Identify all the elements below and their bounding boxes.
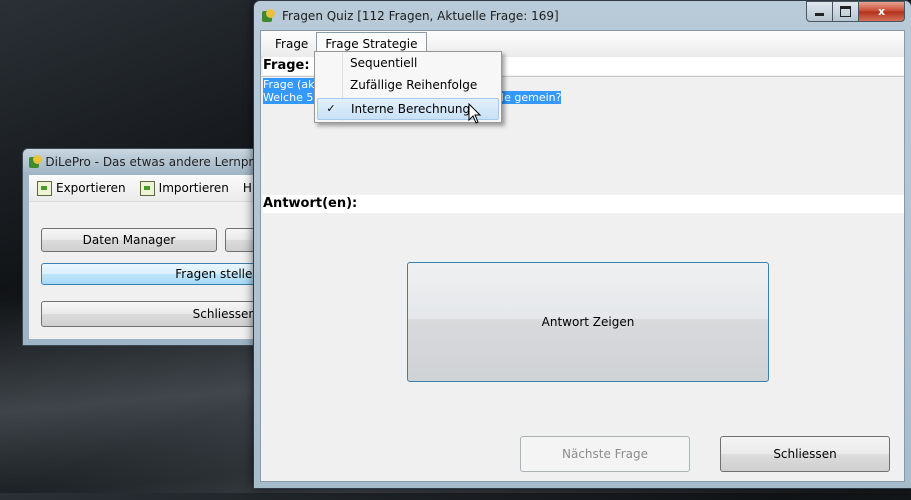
strategy-zufaellig[interactable]: Zufällige Reihenfolge	[317, 75, 499, 96]
quiz-app-icon	[262, 8, 276, 23]
strategy-sequentiell-label: Sequentiell	[350, 56, 418, 70]
dilepro-title: DiLePro - Das etwas andere Lernprogr	[45, 155, 273, 169]
data-manager-button[interactable]: Daten Manager	[41, 228, 217, 252]
menu-frage[interactable]: Frage	[267, 33, 316, 55]
caption-buttons: x	[806, 1, 905, 22]
question-line-2: Welche 5 I	[263, 91, 321, 104]
close-icon: x	[877, 5, 886, 18]
quiz-close-button[interactable]: Schliessen	[720, 436, 890, 472]
quiz-titlebar[interactable]: Fragen Quiz [112 Fragen, Aktuelle Frage:…	[254, 1, 911, 30]
minimize-icon	[815, 13, 824, 16]
menu-exportieren[interactable]: Exportieren	[37, 180, 126, 196]
dilepro-menubar: Exportieren Importieren Hilf	[29, 175, 273, 202]
strategy-zufaellig-label: Zufällige Reihenfolge	[350, 78, 478, 92]
dilepro-titlebar[interactable]: DiLePro - Das etwas andere Lernprogr	[23, 149, 273, 175]
dilepro-client-area: Exportieren Importieren Hilf Daten Manag…	[29, 175, 273, 339]
show-answer-button[interactable]: Antwort Zeigen	[407, 262, 769, 382]
answers-heading: Antwort(en):	[263, 195, 904, 213]
import-icon	[139, 180, 155, 196]
dilepro-close-button[interactable]: Schliessen	[41, 301, 273, 327]
dilepro-app-icon	[29, 155, 43, 169]
minimize-button[interactable]	[806, 1, 833, 22]
strategy-sequentiell[interactable]: Sequentiell	[317, 53, 499, 74]
export-icon	[37, 180, 52, 196]
menu-exportieren-label: Exportieren	[56, 181, 126, 195]
maximize-icon	[840, 6, 851, 17]
ask-questions-button[interactable]: Fragen stellen	[41, 263, 273, 285]
menu-importieren[interactable]: Importieren	[139, 180, 229, 196]
mouse-pointer-icon	[468, 103, 482, 124]
quiz-title: Fragen Quiz [112 Fragen, Aktuelle Frage:…	[282, 8, 559, 23]
menu-importieren-label: Importieren	[158, 181, 229, 195]
next-question-button[interactable]: Nächste Frage	[520, 436, 690, 472]
dilepro-window[interactable]: DiLePro - Das etwas andere Lernprogr Exp…	[22, 148, 274, 346]
checkmark-icon: ✓	[326, 102, 336, 115]
question-line-2-tail: lle gemein?	[498, 91, 562, 104]
strategy-interne-berechnung-label: Interne Berechnung	[351, 102, 471, 116]
maximize-button[interactable]	[833, 1, 859, 22]
window-close-button[interactable]: x	[859, 1, 905, 22]
